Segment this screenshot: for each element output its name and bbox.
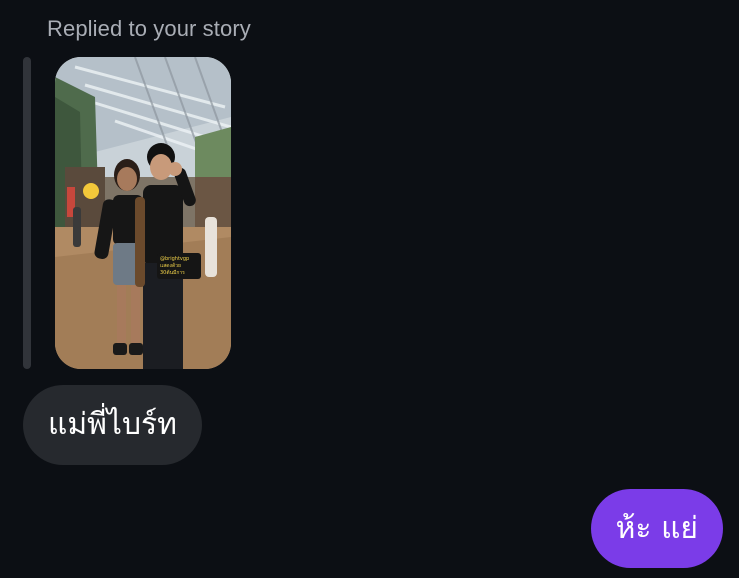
story-photo [55,57,231,369]
story-thumbnail[interactable]: @brightvgp แสดงด้วย 30ต้นมีการ [55,57,231,369]
reply-quote-bar [23,57,31,369]
outgoing-message-bubble[interactable]: ห้ะ แย่ [590,489,723,568]
incoming-message-bubble[interactable]: แม่พี่ไบร์ท [23,385,202,465]
reply-caption: Replied to your story [47,16,251,41]
story-sticker-text: @brightvgp แสดงด้วย 30ต้นมีการ [160,256,190,276]
